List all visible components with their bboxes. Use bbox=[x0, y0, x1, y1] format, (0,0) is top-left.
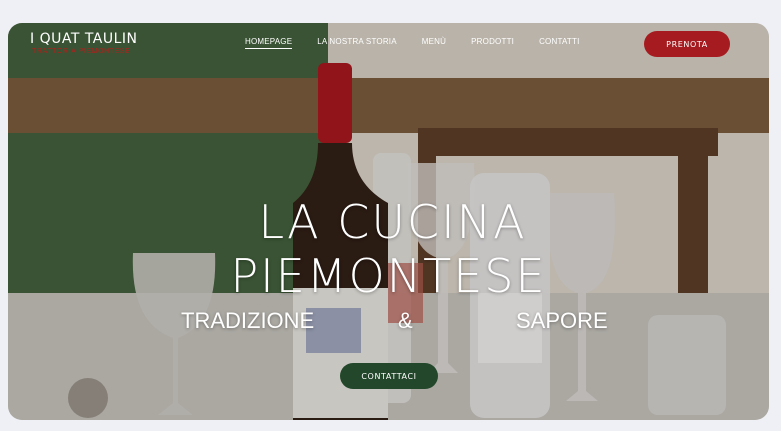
logo[interactable]: I QUAT TAULIN TRATTORIA PIEMONTESE bbox=[30, 31, 138, 56]
prenota-button[interactable]: PRENOTA bbox=[644, 31, 730, 57]
hero-title-line-2: PIEMONTESE bbox=[230, 249, 547, 303]
hero-subtitle-ampersand: & bbox=[398, 308, 413, 333]
hero-title-line-1: LA CUCINA bbox=[258, 195, 527, 249]
nav-item-la-nostra-storia[interactable]: LA NOSTRA STORIA bbox=[317, 37, 397, 49]
logo-subtitle: TRATTORIA PIEMONTESE bbox=[32, 48, 131, 55]
logo-name: I QUAT TAULIN bbox=[30, 31, 138, 47]
nav-item-contatti[interactable]: CONTATTI bbox=[539, 37, 579, 49]
nav-item-menu[interactable]: MENÙ bbox=[422, 37, 446, 49]
hero-title: LA CUCINA PIEMONTESE bbox=[8, 195, 769, 303]
navbar: I QUAT TAULIN TRATTORIA PIEMONTESE HOMEP… bbox=[8, 23, 769, 67]
hero-subtitle: TRADIZIONE & SAPORE bbox=[8, 308, 769, 336]
nav-item-prodotti[interactable]: PRODOTTI bbox=[471, 37, 514, 49]
nav-item-homepage[interactable]: HOMEPAGE bbox=[245, 37, 293, 49]
hero-subtitle-sapore: SAPORE bbox=[516, 308, 608, 333]
hero-frame: I QUAT TAULIN TRATTORIA PIEMONTESE HOMEP… bbox=[8, 23, 769, 420]
nav-links: HOMEPAGE LA NOSTRA STORIA MENÙ PRODOTTI … bbox=[245, 37, 605, 49]
hero-subtitle-tradizione: TRADIZIONE bbox=[181, 308, 315, 333]
contattaci-button[interactable]: CONTATTACI bbox=[340, 363, 438, 389]
